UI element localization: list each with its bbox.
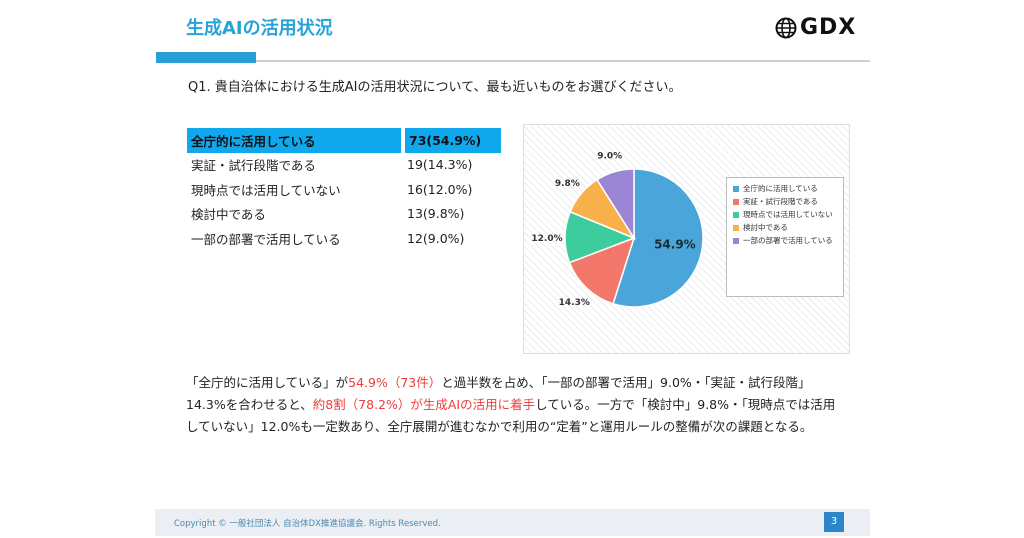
row-label: 全庁的に活用している [187,128,405,153]
page-number: 3 [824,512,844,532]
question-text: Q1. 貴自治体における生成AIの活用状況について、最も近いものをお選びください… [188,80,682,95]
row-label: 検討中である [191,207,266,223]
table-row: 全庁的に活用している 73(54.9%) [187,128,501,153]
pie-data-label: 14.3% [559,298,590,308]
gdx-logo: GDX [775,15,856,40]
legend-label: 一部の部署で活用している [743,236,833,245]
legend-swatch [733,212,739,218]
pie-data-label: 54.9% [654,237,696,251]
row-value: 16(12.0%) [407,181,473,197]
legend-label: 全庁的に活用している [743,184,818,193]
legend-label: 現時点では活用していない [743,210,833,219]
copyright-text: Copyright © 一般社団法人 自治体DX推進協議会. Rights Re… [174,519,441,529]
summary-text: 「全庁的に活用している」が54.9%（73件）と過半数を占め、「一部の部署で活用… [186,372,846,438]
legend-swatch [733,225,739,231]
row-label: 一部の部署で活用している [191,231,341,247]
table-row: 実証・試行段階である 19(14.3%) [187,153,501,178]
legend-item: 一部の部署で活用している [733,236,839,246]
pie-chart-panel: 54.9% 14.3% 12.0% 9.8% 9.0% 全庁的に活用している 実証・試行… [523,124,850,354]
legend-swatch [733,238,739,244]
legend-item: 実証・試行段階である [733,197,839,207]
pie-data-label: 9.0% [597,151,622,161]
row-label: 現時点では活用していない [191,182,341,198]
summary-part: 「全庁的に活用している」が [186,375,349,390]
chart-legend: 全庁的に活用している 実証・試行段階である 現時点では活用していない 検討中であ… [726,177,844,297]
logo-text: GDX [800,15,857,40]
pie-data-label: 9.8% [555,179,580,189]
results-table: 全庁的に活用している 73(54.9%) 実証・試行段階である 19(14.3%… [187,128,501,251]
legend-item: 全庁的に活用している [733,184,839,194]
summary-highlight: 約8割（78.2%）が生成AIの活用に着手 [312,397,536,412]
row-value: 12(9.0%) [407,230,465,246]
legend-swatch [733,199,739,205]
header-accent-bar [156,52,256,63]
summary-highlight: 54.9%（73件） [348,375,442,390]
slide-title: 生成AIの活用状況 [186,18,333,39]
row-label: 実証・試行段階である [191,158,316,174]
header-divider [156,60,870,62]
row-value: 19(14.3%) [407,157,473,173]
legend-swatch [733,186,739,192]
table-row: 検討中である 13(9.8%) [187,202,501,227]
legend-item: 検討中である [733,223,839,233]
row-value: 13(9.8%) [407,206,465,222]
footer-bar: Copyright © 一般社団法人 自治体DX推進協議会. Rights Re… [155,509,870,536]
globe-icon [775,17,797,38]
pie-data-label: 12.0% [531,234,562,244]
table-row: 現時点では活用していない 16(12.0%) [187,177,501,202]
table-row: 一部の部署で活用している 12(9.0%) [187,226,501,251]
legend-label: 実証・試行段階である [743,197,818,206]
legend-label: 検討中である [743,223,788,232]
row-value: 73(54.9%) [403,128,501,153]
legend-item: 現時点では活用していない [733,210,839,220]
